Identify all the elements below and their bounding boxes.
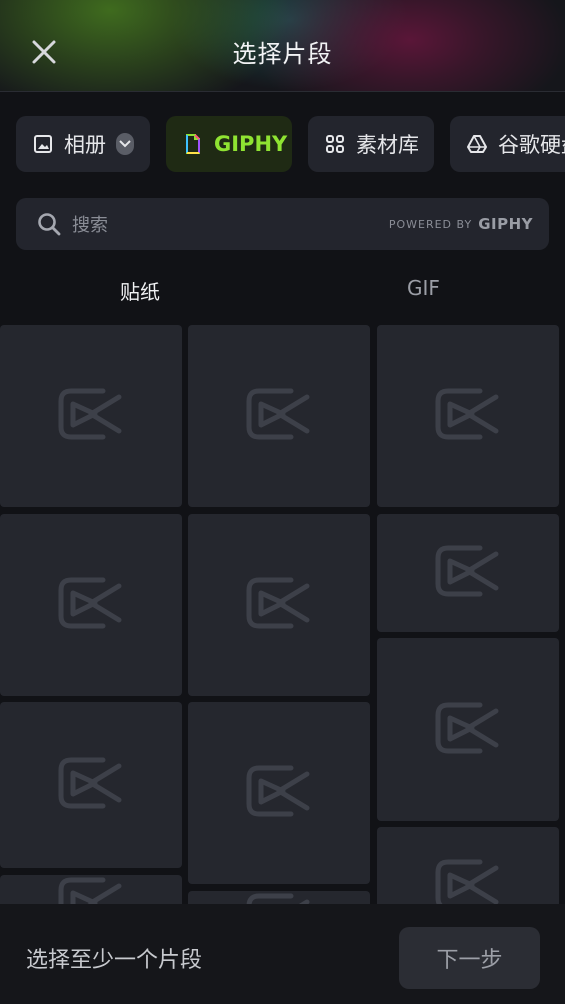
grid-icon [324,133,346,155]
powered-by-giphy: POWERED BY GIPHY [389,215,533,233]
tab-google-drive[interactable]: 谷歌硬盘 [450,116,565,172]
placeholder-logo-icon [51,868,131,905]
page-title: 选择片段 [232,40,333,68]
powered-by-text: POWERED BY [388,217,473,231]
giphy-icon [182,133,204,155]
media-tile[interactable] [0,514,182,696]
tab-library[interactable]: 素材库 [308,116,434,172]
tab-giphy-label: GIPHY [214,132,288,156]
media-tile[interactable] [0,875,182,905]
media-tile[interactable] [377,514,559,632]
tab-giphy[interactable]: GIPHY [166,116,292,172]
selection-hint: 选择至少一个片段 [26,948,203,973]
placeholder-logo-icon [428,379,508,453]
media-grid [0,325,565,905]
giphy-brand: GIPHY [478,215,533,233]
tab-album[interactable]: 相册 [16,116,150,172]
placeholder-logo-icon [428,693,508,767]
placeholder-logo-icon [428,536,508,610]
search-input[interactable]: 搜索 [72,211,389,237]
placeholder-logo-icon [239,756,319,830]
placeholder-logo-icon [51,379,131,453]
tab-album-label: 相册 [64,133,106,157]
media-tile[interactable] [0,325,182,507]
media-tile[interactable] [377,827,559,905]
header: 选择片段 [0,0,565,92]
media-tile[interactable] [188,325,370,507]
footer: 选择至少一个片段 下一步 [0,904,565,1004]
search-icon [38,213,61,236]
tab-google-drive-label: 谷歌硬盘 [498,133,565,157]
placeholder-logo-icon [428,850,508,905]
media-tile[interactable] [377,325,559,507]
source-tabs: 相册 GIPHY 素材库 谷歌硬 [0,116,565,174]
next-button[interactable]: 下一步 [399,927,540,989]
image-icon [32,133,54,155]
placeholder-logo-icon [51,568,131,642]
media-tile[interactable] [188,514,370,696]
placeholder-logo-icon [239,568,319,642]
media-tile[interactable] [0,702,182,868]
tab-library-label: 素材库 [356,133,419,157]
tab-gif[interactable]: GIF [407,276,440,300]
chevron-down-icon[interactable] [116,133,134,155]
placeholder-logo-icon [51,748,131,822]
google-drive-icon [466,133,488,155]
placeholder-logo-icon [239,379,319,453]
search-bar[interactable]: 搜索 POWERED BY GIPHY [16,198,549,250]
media-tile[interactable] [188,891,370,905]
media-tile[interactable] [188,702,370,884]
media-tile[interactable] [377,638,559,821]
placeholder-logo-icon [239,884,319,905]
tab-stickers[interactable]: 贴纸 [120,276,160,305]
